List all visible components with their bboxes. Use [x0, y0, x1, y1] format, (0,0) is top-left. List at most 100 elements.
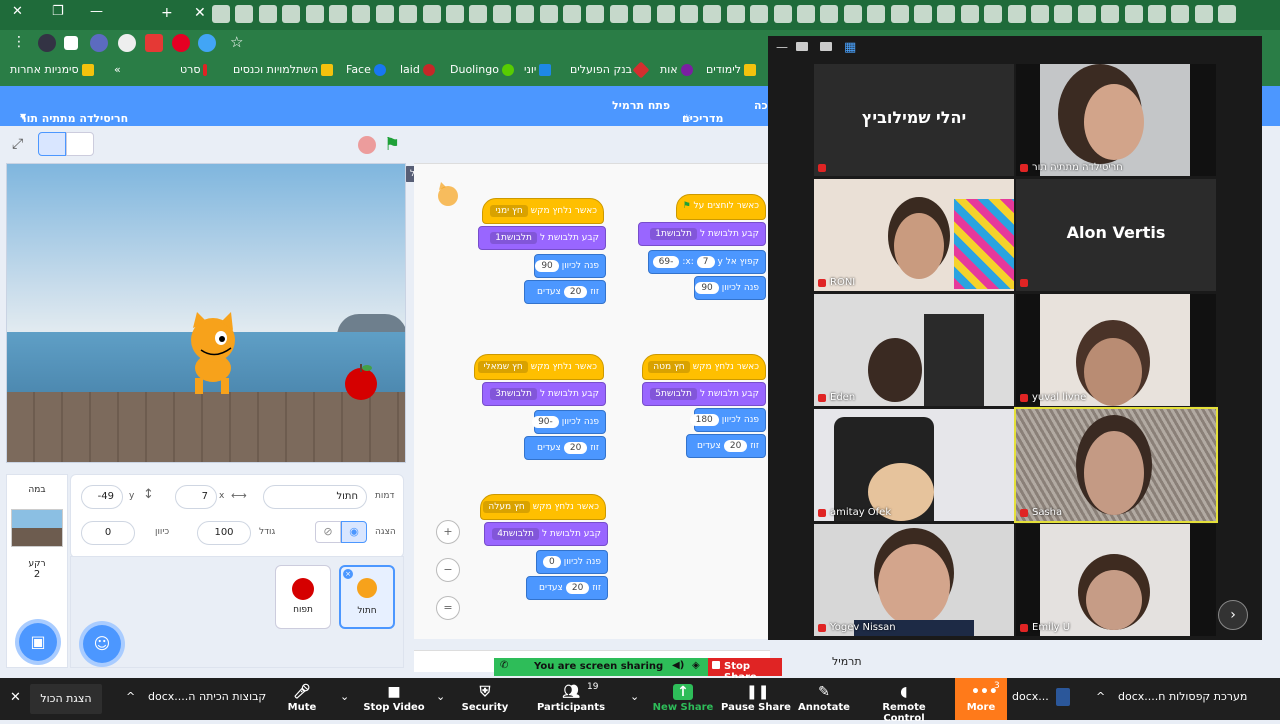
point-direction-block[interactable]: פנה לכיוון90 [694, 276, 766, 300]
when-key-pressed-block[interactable]: כאשר נלחץ מקשחץ ימני [482, 198, 604, 224]
browser-tab[interactable] [984, 5, 1003, 23]
browser-tab[interactable] [539, 5, 558, 23]
sprite-tile-cat[interactable]: × חתול [339, 565, 395, 629]
minimize-window-icon[interactable]: — [90, 4, 103, 19]
view-icon[interactable] [796, 42, 808, 51]
point-direction-block[interactable]: פנה לכיוון90 [534, 254, 606, 278]
point-direction-block[interactable]: פנה לכיוון-90 [532, 410, 606, 434]
profile-avatar[interactable] [38, 34, 56, 52]
chevron-up-icon[interactable]: ^ [126, 690, 135, 703]
pinterest-icon[interactable] [172, 34, 190, 52]
browser-tab[interactable] [1101, 5, 1120, 23]
bookmark-item[interactable]: Duolingo [450, 63, 514, 76]
move-steps-block[interactable]: זוז20צעדים [524, 436, 606, 460]
delete-sprite-icon[interactable]: × [343, 569, 353, 579]
hide-sprite-icon[interactable]: ⊘ [315, 521, 341, 543]
more-menu-icon[interactable]: ⋮ [12, 34, 26, 50]
browser-tab[interactable] [282, 5, 301, 23]
browser-tab[interactable] [258, 5, 277, 23]
browser-tab[interactable] [235, 5, 254, 23]
annotate-button[interactable]: ✎ Annotate [784, 678, 864, 720]
browser-tab[interactable] [680, 5, 698, 23]
participant-tile[interactable]: yuval livne [1016, 294, 1216, 406]
show-all-button[interactable]: הצגת הכול [30, 684, 102, 714]
bookmark-item[interactable]: Face [346, 63, 386, 76]
browser-tab[interactable] [1054, 5, 1073, 23]
download-file-item[interactable]: קבוצות הכיתה ה....docx [148, 690, 266, 703]
switch-costume-block[interactable]: קבע תלבושת לתלבושת3 [482, 382, 606, 406]
open-backpack-link[interactable]: פתח תרמיל [612, 99, 670, 112]
mute-button[interactable]: 🎤︎ Mute [262, 678, 342, 720]
participant-tile-active-speaker[interactable]: Sasha [1014, 407, 1218, 523]
participants-button[interactable]: 👥︎ Participants [531, 678, 611, 720]
large-stage-button[interactable] [66, 132, 94, 156]
browser-tab[interactable] [305, 5, 324, 23]
browser-tab[interactable] [1218, 5, 1237, 23]
stop-video-button[interactable]: ■ Stop Video [354, 678, 434, 720]
size-input[interactable]: 100 [197, 521, 251, 545]
browser-tab[interactable] [609, 5, 628, 23]
browser-tab[interactable] [703, 5, 722, 23]
chevron-up-icon[interactable]: ^ [1096, 690, 1105, 703]
move-steps-block[interactable]: זוז20צעדים [526, 576, 608, 600]
browser-tab[interactable] [375, 5, 394, 23]
stop-icon[interactable] [358, 136, 376, 154]
move-steps-block[interactable]: זוז20צעדים [686, 434, 766, 458]
bookmark-item[interactable]: אות [660, 63, 693, 76]
bookmark-item[interactable]: השתלמויות וכנסים [233, 63, 334, 76]
participant-tile[interactable]: Alon Vertis [1016, 179, 1216, 291]
bookmark-item[interactable]: יוני [524, 63, 552, 76]
when-key-pressed-block[interactable]: כאשר נלחץ מקשחץ שמאלי [474, 354, 604, 380]
browser-tab[interactable] [516, 5, 535, 23]
participant-tile[interactable]: Eden [814, 294, 1014, 406]
point-direction-block[interactable]: פנה לכיוון180 [689, 408, 766, 432]
speaker-view-icon[interactable] [820, 42, 832, 51]
browser-tab[interactable] [843, 5, 862, 23]
x-input[interactable]: 7 [175, 485, 217, 509]
participant-tile[interactable]: חריסילדה מתתיה תור [1016, 64, 1216, 176]
participant-tile[interactable]: Yogev Nissan [814, 524, 1014, 636]
browser-tab[interactable] [820, 5, 839, 23]
new-tab-icon[interactable]: + [161, 5, 173, 21]
close-tab-icon[interactable]: ✕ [194, 5, 206, 21]
browser-tab[interactable] [329, 5, 347, 23]
switch-costume-block[interactable]: קבע תלבושת לתלבושת1 [478, 226, 606, 250]
browser-tab[interactable] [492, 5, 511, 23]
stage-selector[interactable]: במה רקע 2 ▣ [6, 474, 68, 668]
extensions-icon[interactable] [64, 36, 78, 50]
stop-share-button[interactable]: Stop Share [708, 658, 782, 683]
fullscreen-icon[interactable]: ⤢ [12, 136, 23, 152]
when-key-pressed-block[interactable]: כאשר נלחץ מקשחץ מטה [642, 354, 766, 380]
switch-costume-block[interactable]: קבע תלבושת לתלבושת4 [484, 522, 608, 546]
browser-tab[interactable] [563, 5, 581, 23]
browser-tab[interactable] [633, 5, 652, 23]
choose-backdrop-button[interactable]: ▣ [19, 623, 57, 661]
participant-tile[interactable]: Emily U [1016, 524, 1216, 636]
browser-tab[interactable] [1171, 5, 1190, 23]
download-file-item[interactable]: docx... [1012, 690, 1049, 703]
browser-tab[interactable] [937, 5, 956, 23]
browser-tab[interactable] [212, 5, 230, 23]
browser-tab[interactable] [797, 5, 815, 23]
close-window-icon[interactable]: ✕ [12, 4, 23, 19]
extension-icon[interactable] [145, 34, 163, 52]
browser-tab[interactable] [352, 5, 371, 23]
extension-icon[interactable] [118, 34, 136, 52]
switch-costume-block[interactable]: קבע תלבושת לתלבושת5 [642, 382, 766, 406]
sprite-tile-apple[interactable]: תפוח [275, 565, 331, 629]
extension-icon[interactable] [90, 34, 108, 52]
browser-tab[interactable] [656, 5, 675, 23]
bookmark-item[interactable]: לימודים [706, 63, 756, 76]
when-flag-clicked-block[interactable]: כאשר לוחצים על ⚑ [676, 194, 766, 220]
code-area[interactable]: כאשר נלחץ מקשחץ ימני קבע תלבושת לתלבושת1… [414, 163, 770, 639]
bookmark-item[interactable]: בנק הפועלים [570, 61, 650, 79]
green-flag-icon[interactable]: ⚑ [384, 134, 400, 155]
participant-tile[interactable]: amitay Ofek [814, 409, 1014, 521]
browser-tab[interactable] [1124, 5, 1143, 23]
when-key-pressed-block[interactable]: כאשר נלחץ מקשחץ מעלה [480, 494, 606, 520]
bookmark-item[interactable]: laid [400, 63, 435, 76]
participant-tile[interactable]: RONI [814, 179, 1014, 291]
participant-tile[interactable]: יהלי שמילוביץ [814, 64, 1014, 176]
point-direction-block[interactable]: פנה לכיוון0 [536, 550, 608, 574]
bookmark-item[interactable]: סימניות אחרות [10, 63, 94, 76]
